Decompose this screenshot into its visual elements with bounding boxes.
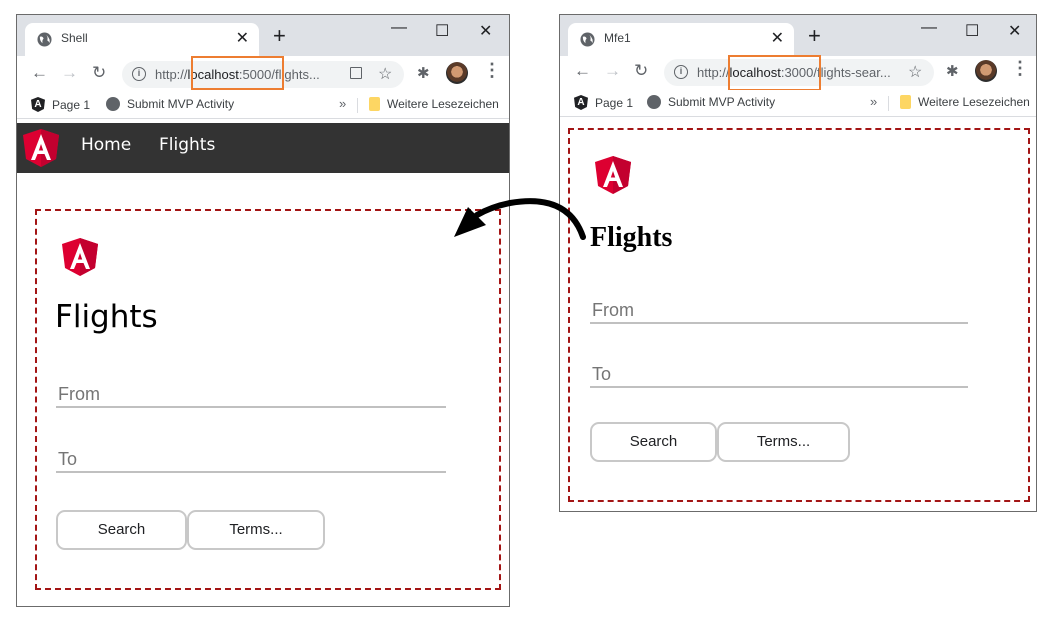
profile-avatar[interactable] bbox=[446, 62, 468, 84]
bookmark-label: Page 1 bbox=[52, 97, 91, 112]
minimize-button[interactable]: — bbox=[391, 19, 407, 37]
back-button[interactable]: ← bbox=[574, 62, 591, 79]
other-bookmarks-folder[interactable]: Weitere Lesezeichen bbox=[369, 97, 499, 111]
window-close-button[interactable]: ✕ bbox=[479, 21, 492, 41]
tab-strip: Shell ✕ + — ☐ ✕ bbox=[17, 15, 509, 56]
remote-microfrontend-container: Flights From To Search Terms... bbox=[35, 209, 501, 590]
bookmark-label: Submit MVP Activity bbox=[127, 97, 235, 111]
back-button[interactable]: ← bbox=[31, 64, 48, 81]
globe-icon bbox=[106, 97, 120, 111]
to-placeholder: To bbox=[58, 449, 78, 469]
from-placeholder: From bbox=[592, 300, 634, 320]
extensions-icon[interactable]: ✱ bbox=[417, 64, 430, 82]
from-input[interactable]: From bbox=[590, 292, 968, 324]
folder-icon bbox=[369, 97, 380, 111]
bookmark-star-icon[interactable]: ☆ bbox=[908, 62, 922, 82]
port-highlight-box bbox=[191, 56, 284, 90]
new-tab-button[interactable]: + bbox=[273, 25, 286, 47]
angular-logo-icon[interactable] bbox=[23, 129, 59, 167]
bookmarks-bar: A Page 1 Submit MVP Activity » Weitere L… bbox=[17, 92, 509, 119]
forward-button[interactable]: → bbox=[61, 64, 78, 81]
page-title: Flights bbox=[590, 222, 673, 253]
tab-title: Shell bbox=[61, 31, 88, 45]
bookmarks-overflow-button[interactable]: » bbox=[339, 96, 346, 111]
globe-icon bbox=[37, 32, 52, 47]
close-tab-icon[interactable]: ✕ bbox=[236, 28, 249, 48]
angular-logo-icon bbox=[62, 238, 98, 276]
page-title: Flights bbox=[55, 299, 158, 335]
info-icon[interactable]: i bbox=[132, 67, 146, 81]
extensions-icon[interactable]: ✱ bbox=[946, 62, 959, 80]
tab-shell[interactable]: Shell ✕ bbox=[25, 23, 259, 56]
profile-avatar[interactable] bbox=[975, 60, 997, 82]
reload-button[interactable]: ↻ bbox=[92, 64, 106, 81]
reload-button[interactable]: ↻ bbox=[634, 62, 648, 79]
tab-strip: Mfe1 ✕ + — ☐ ✕ bbox=[560, 15, 1036, 56]
bookmarks-overflow-button[interactable]: » bbox=[870, 94, 877, 109]
browser-menu-icon[interactable]: ⋮ bbox=[483, 61, 501, 79]
bookmark-star-icon[interactable]: ☆ bbox=[378, 64, 392, 84]
bookmarks-separator bbox=[888, 96, 889, 111]
forward-button[interactable]: → bbox=[604, 62, 621, 79]
shell-browser-window: Shell ✕ + — ☐ ✕ ← → ↻ i http://localhost… bbox=[16, 14, 510, 607]
nav-link-flights[interactable]: Flights bbox=[159, 135, 215, 155]
bookmark-submit-mvp-activity[interactable]: Submit MVP Activity bbox=[647, 95, 775, 109]
bookmark-page-1[interactable]: A Page 1 bbox=[574, 95, 633, 110]
bookmarks-separator bbox=[357, 98, 358, 113]
to-input[interactable]: To bbox=[590, 356, 968, 388]
from-input[interactable]: From bbox=[56, 374, 446, 408]
terms-button[interactable]: Terms... bbox=[717, 422, 850, 462]
tab-title: Mfe1 bbox=[604, 31, 631, 45]
search-button[interactable]: Search bbox=[590, 422, 717, 462]
bookmark-label: Submit MVP Activity bbox=[668, 95, 776, 109]
nav-link-home[interactable]: Home bbox=[81, 135, 131, 155]
from-placeholder: From bbox=[58, 384, 100, 404]
arrow-shaft bbox=[474, 198, 586, 240]
bookmarks-bar: A Page 1 Submit MVP Activity » Weitere L… bbox=[560, 90, 1036, 117]
curved-arrow-annotation bbox=[454, 198, 586, 240]
to-input[interactable]: To bbox=[56, 439, 446, 473]
open-external-icon[interactable] bbox=[350, 67, 362, 79]
maximize-button[interactable]: ☐ bbox=[965, 21, 979, 41]
info-icon[interactable]: i bbox=[674, 65, 688, 79]
search-button[interactable]: Search bbox=[56, 510, 187, 550]
other-bookmarks-label: Weitere Lesezeichen bbox=[918, 95, 1030, 109]
bookmark-page-1[interactable]: A Page 1 bbox=[31, 97, 90, 112]
angular-logo-icon bbox=[595, 156, 631, 194]
mfe1-browser-window: Mfe1 ✕ + — ☐ ✕ ← → ↻ i http://localhost:… bbox=[559, 14, 1037, 512]
new-tab-button[interactable]: + bbox=[808, 25, 821, 47]
angular-icon: A bbox=[31, 97, 45, 112]
bookmark-label: Page 1 bbox=[595, 95, 634, 110]
browser-menu-icon[interactable]: ⋮ bbox=[1011, 59, 1029, 77]
minimize-button[interactable]: — bbox=[921, 19, 937, 37]
angular-icon: A bbox=[574, 95, 588, 110]
folder-icon bbox=[900, 95, 911, 109]
microfrontend-container: Flights From To Search Terms... bbox=[568, 128, 1030, 502]
shell-app-navbar: Home Flights bbox=[17, 123, 509, 173]
terms-button[interactable]: Terms... bbox=[187, 510, 325, 550]
globe-icon bbox=[647, 95, 661, 109]
bookmark-submit-mvp-activity[interactable]: Submit MVP Activity bbox=[106, 97, 234, 111]
port-highlight-box bbox=[728, 55, 821, 91]
other-bookmarks-label: Weitere Lesezeichen bbox=[387, 97, 499, 111]
window-close-button[interactable]: ✕ bbox=[1008, 21, 1021, 41]
close-tab-icon[interactable]: ✕ bbox=[771, 28, 784, 48]
tab-mfe1[interactable]: Mfe1 ✕ bbox=[568, 23, 794, 56]
maximize-button[interactable]: ☐ bbox=[435, 21, 449, 41]
globe-icon bbox=[580, 32, 595, 47]
to-placeholder: To bbox=[592, 364, 612, 384]
other-bookmarks-folder[interactable]: Weitere Lesezeichen bbox=[900, 95, 1030, 109]
